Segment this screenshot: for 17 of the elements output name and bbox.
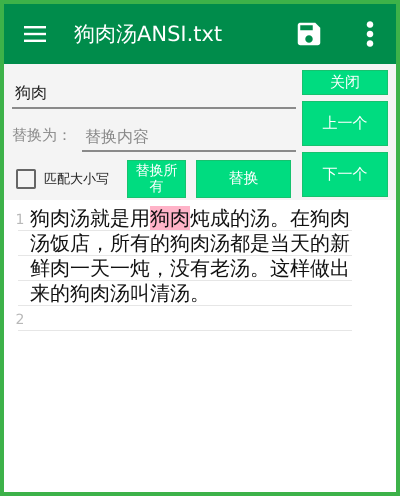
replace-all-button[interactable]: 替换所有: [127, 160, 186, 198]
replace-button[interactable]: 替换: [196, 160, 291, 198]
menu-button[interactable]: [24, 26, 46, 42]
search-field[interactable]: 狗肉: [12, 76, 296, 109]
close-button[interactable]: 关闭: [302, 70, 388, 95]
match-case-label: 匹配大小写: [44, 171, 109, 188]
match-case-checkbox[interactable]: [16, 169, 36, 189]
previous-button[interactable]: 上一个: [302, 101, 388, 146]
menu-icon: [24, 26, 46, 42]
replace-label: 替换为：: [12, 126, 72, 145]
line-number: 2: [14, 311, 26, 330]
next-button[interactable]: 下一个: [302, 152, 388, 197]
replace-field[interactable]: 替换内容: [82, 119, 296, 152]
more-icon: [366, 21, 374, 47]
file-title: 狗肉汤ANSI.txt: [74, 21, 224, 48]
more-button[interactable]: [366, 21, 374, 47]
line-number: 1: [14, 211, 26, 230]
